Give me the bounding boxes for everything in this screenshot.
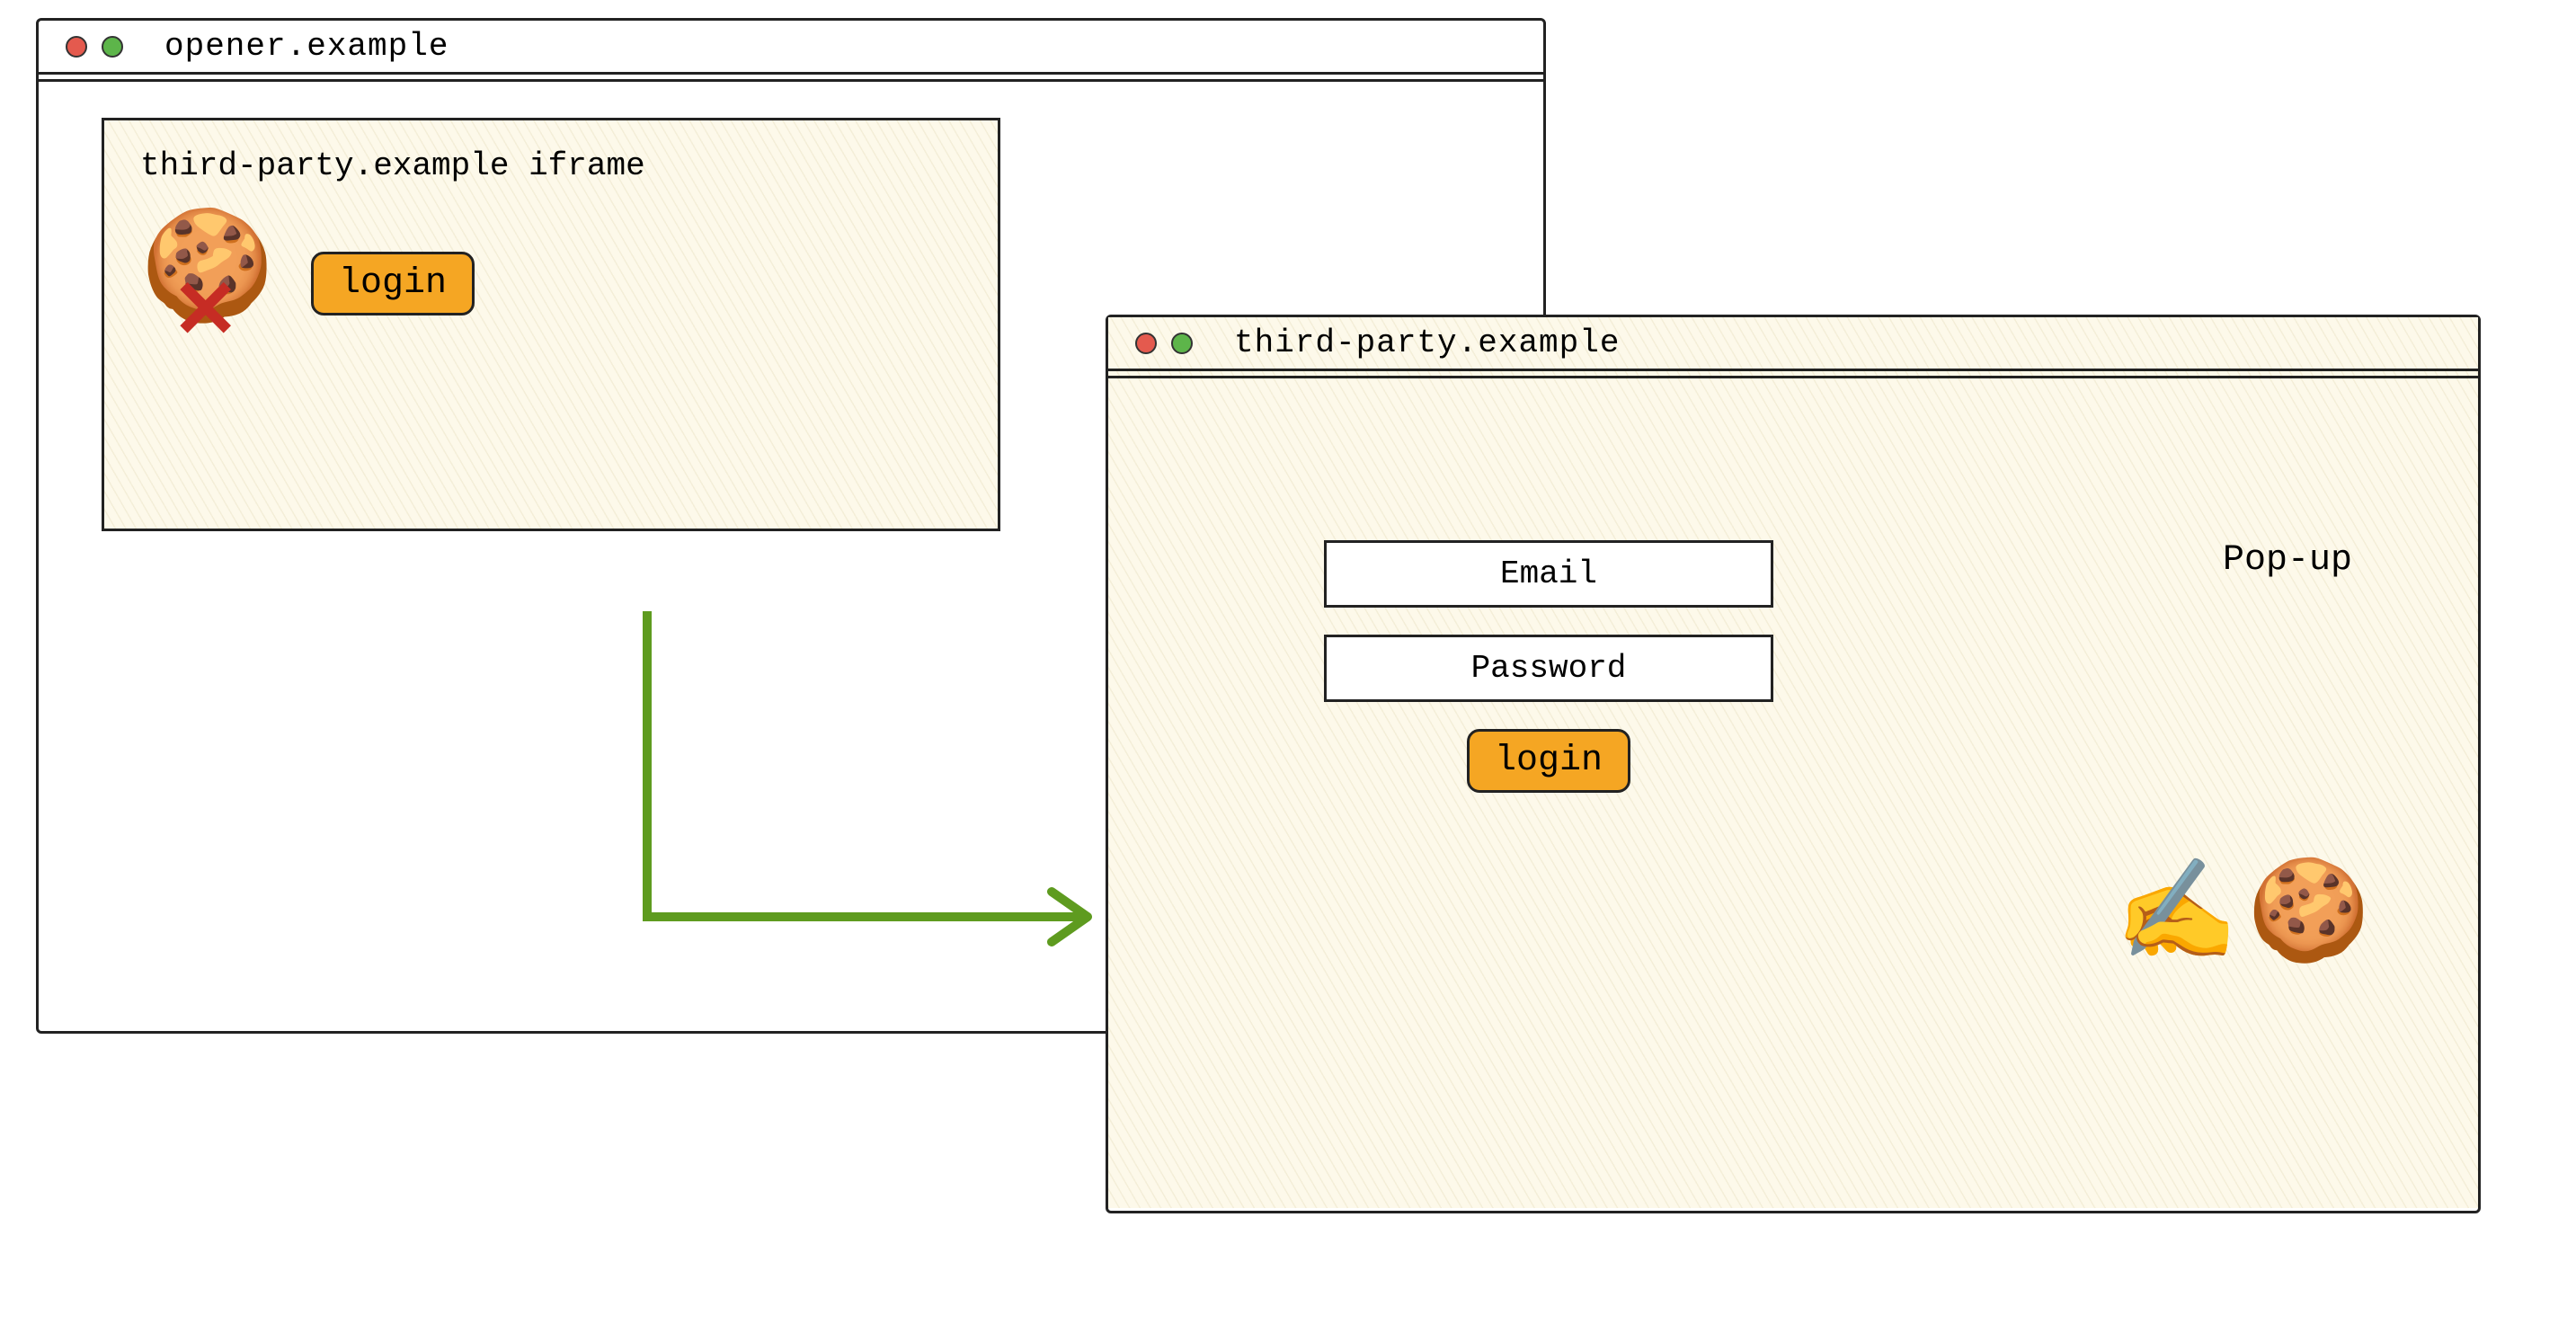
popup-content: Pop-up Email Password login ✍️ 🍪 bbox=[1108, 378, 2478, 1208]
popup-login-button[interactable]: login bbox=[1467, 729, 1630, 793]
titlebar-divider bbox=[39, 75, 1543, 82]
popup-title: third-party.example bbox=[1234, 324, 1620, 361]
minimize-icon[interactable] bbox=[1171, 333, 1193, 354]
email-field[interactable]: Email bbox=[1324, 540, 1773, 608]
minimize-icon[interactable] bbox=[102, 36, 123, 58]
close-icon[interactable] bbox=[1135, 333, 1157, 354]
close-icon[interactable] bbox=[66, 36, 87, 58]
password-field[interactable]: Password bbox=[1324, 635, 1773, 702]
iframe-login-button[interactable]: login bbox=[311, 252, 475, 315]
popup-window: third-party.example Pop-up Email Passwor… bbox=[1106, 315, 2481, 1213]
titlebar-divider bbox=[1108, 371, 2478, 378]
cookie-writing: ✍️ 🍪 bbox=[2115, 852, 2370, 974]
opener-title: opener.example bbox=[164, 28, 449, 65]
blocked-cookie: 🍪 ✕ bbox=[140, 220, 266, 346]
iframe-label: third-party.example iframe bbox=[140, 147, 962, 184]
third-party-iframe: third-party.example iframe 🍪 ✕ login bbox=[102, 118, 1000, 531]
opener-titlebar: opener.example bbox=[39, 21, 1543, 75]
login-form: Email Password login bbox=[1234, 540, 1863, 793]
cookie-icon: 🍪 bbox=[2247, 852, 2370, 974]
cross-icon: ✕ bbox=[172, 270, 239, 351]
writing-hand-icon: ✍️ bbox=[2115, 852, 2238, 974]
popup-label: Pop-up bbox=[2223, 540, 2352, 581]
popup-titlebar: third-party.example bbox=[1108, 317, 2478, 371]
